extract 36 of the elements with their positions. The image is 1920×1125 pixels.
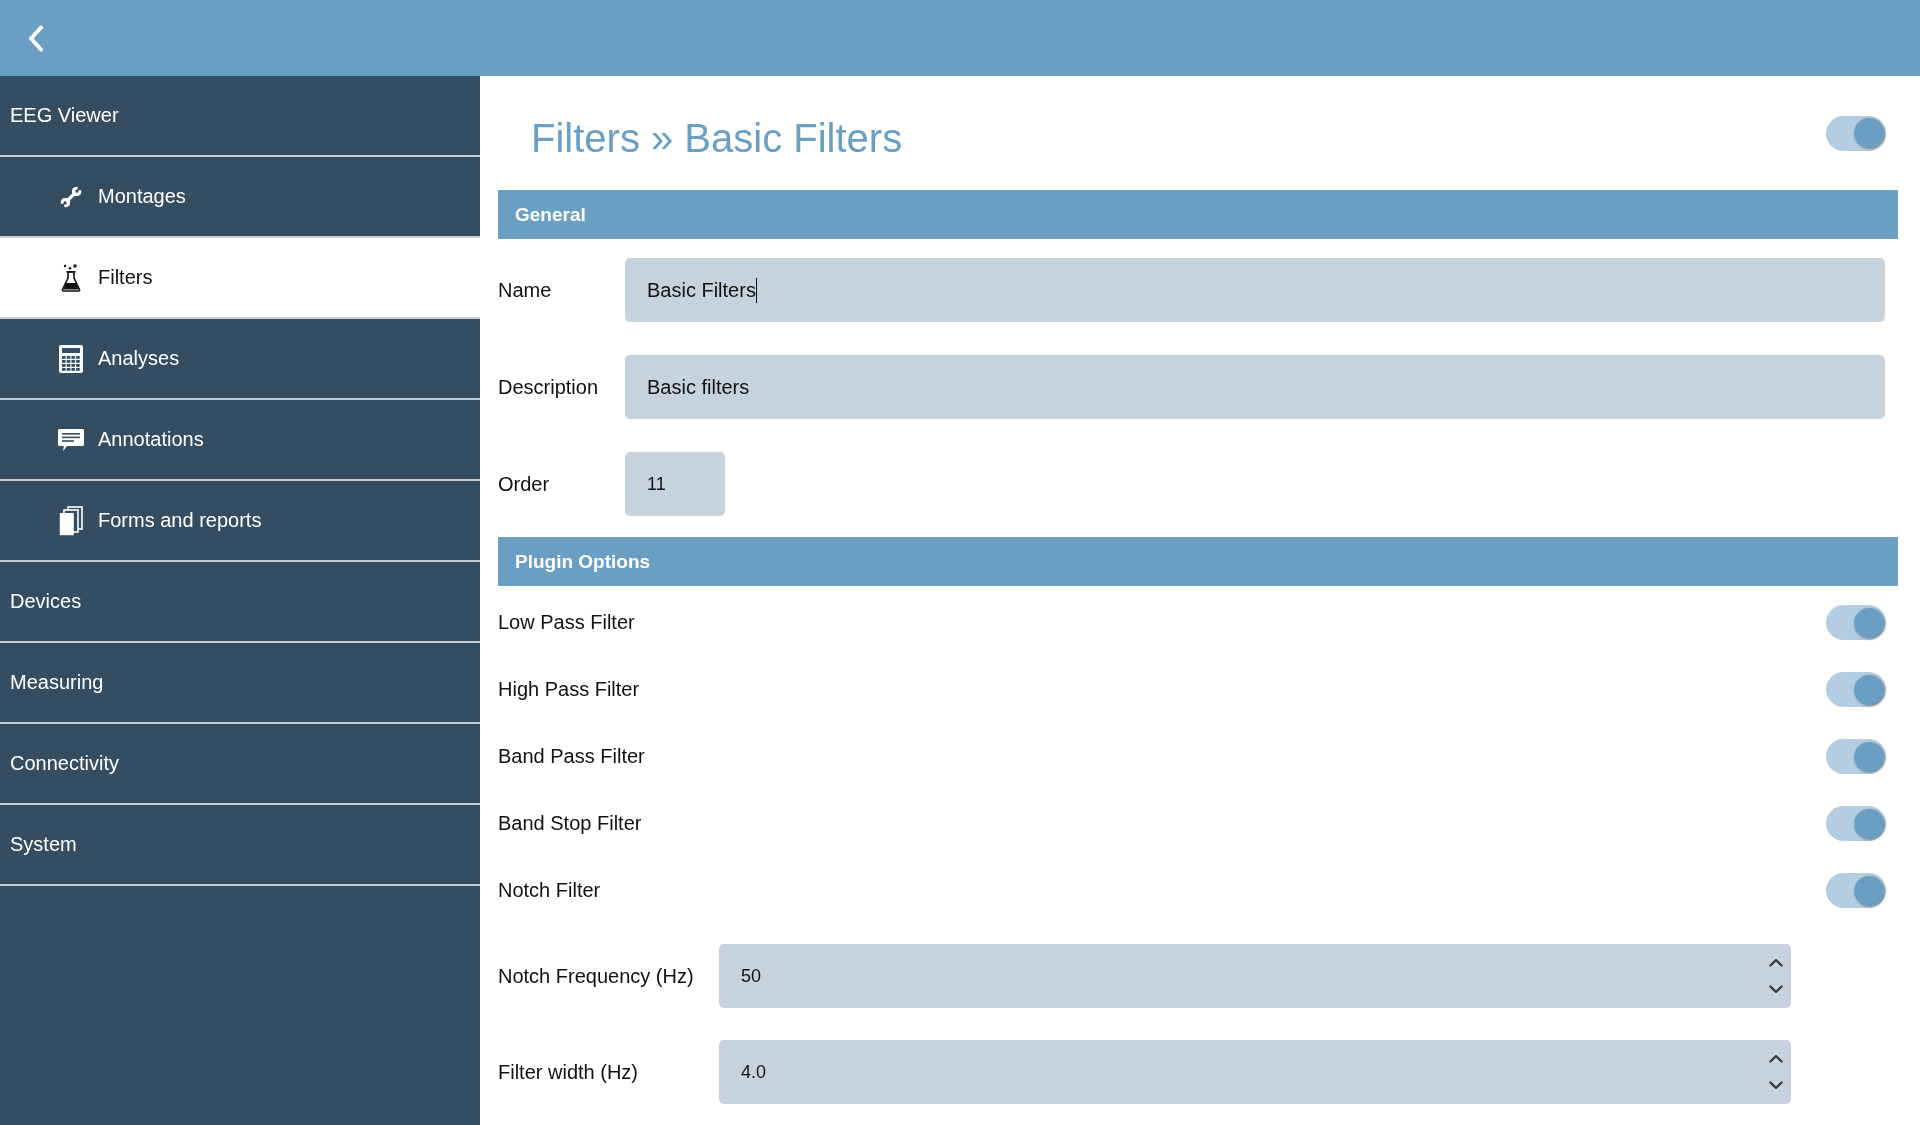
field-label: Band Stop Filter — [498, 812, 642, 835]
sidebar-item[interactable]: Forms and reports — [0, 481, 480, 562]
field-label: Band Pass Filter — [498, 745, 645, 768]
documents-icon — [59, 505, 83, 536]
field-label: Order — [498, 472, 551, 496]
section-header: Plugin Options — [498, 537, 1898, 586]
chevron-up-icon[interactable] — [1769, 1054, 1783, 1063]
field-label: Notch Filter — [498, 879, 601, 902]
toggle-switch[interactable] — [1826, 873, 1886, 908]
number-field[interactable]: 4.0 — [719, 1040, 1791, 1104]
page-title: Filters » Basic Filters — [531, 114, 903, 161]
field-label: High Pass Filter — [498, 678, 640, 701]
chevron-down-icon[interactable] — [1769, 985, 1783, 994]
field-label: Description — [498, 375, 600, 399]
field-label: Name — [498, 278, 553, 302]
speech-bubble-icon — [58, 427, 84, 452]
toggle-switch[interactable] — [1826, 739, 1886, 774]
toggle-switch[interactable] — [1826, 672, 1886, 707]
flask-icon — [61, 263, 81, 292]
field-label: Low Pass Filter — [498, 611, 635, 634]
toggle-switch[interactable] — [1826, 605, 1886, 640]
field-label: Filter width (Hz) — [498, 1060, 639, 1084]
chevron-up-icon[interactable] — [1769, 958, 1783, 967]
section-header: General — [498, 190, 1898, 239]
calculator-icon — [59, 344, 83, 373]
field-label: Notch Frequency (Hz) — [498, 964, 695, 988]
sidebar-item[interactable]: Analyses — [0, 319, 480, 400]
toggle-switch[interactable] — [1826, 115, 1886, 151]
number-field[interactable]: 50 — [719, 944, 1791, 1008]
input-field[interactable]: Basic Filters — [625, 258, 1885, 322]
input-field[interactable]: 11 — [625, 452, 725, 516]
toggle-switch[interactable] — [1826, 806, 1886, 841]
input-field[interactable]: Basic filters — [625, 355, 1885, 419]
chevron-down-icon[interactable] — [1769, 1081, 1783, 1090]
sidebar-item[interactable]: Filters — [0, 238, 480, 319]
back-icon[interactable] — [28, 24, 44, 52]
